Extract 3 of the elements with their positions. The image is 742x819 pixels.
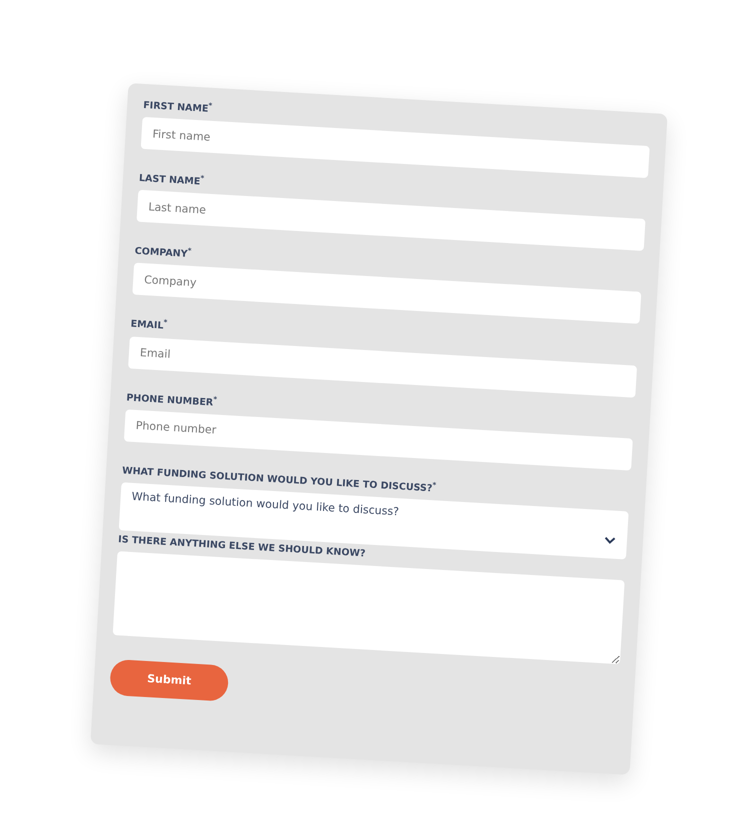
chevron-down-icon xyxy=(604,536,616,545)
field-label: IS THERE ANYTHING ELSE WE SHOULD KNOW? xyxy=(118,534,366,560)
field-label: FIRST NAME$^{*}$ xyxy=(142,99,212,115)
